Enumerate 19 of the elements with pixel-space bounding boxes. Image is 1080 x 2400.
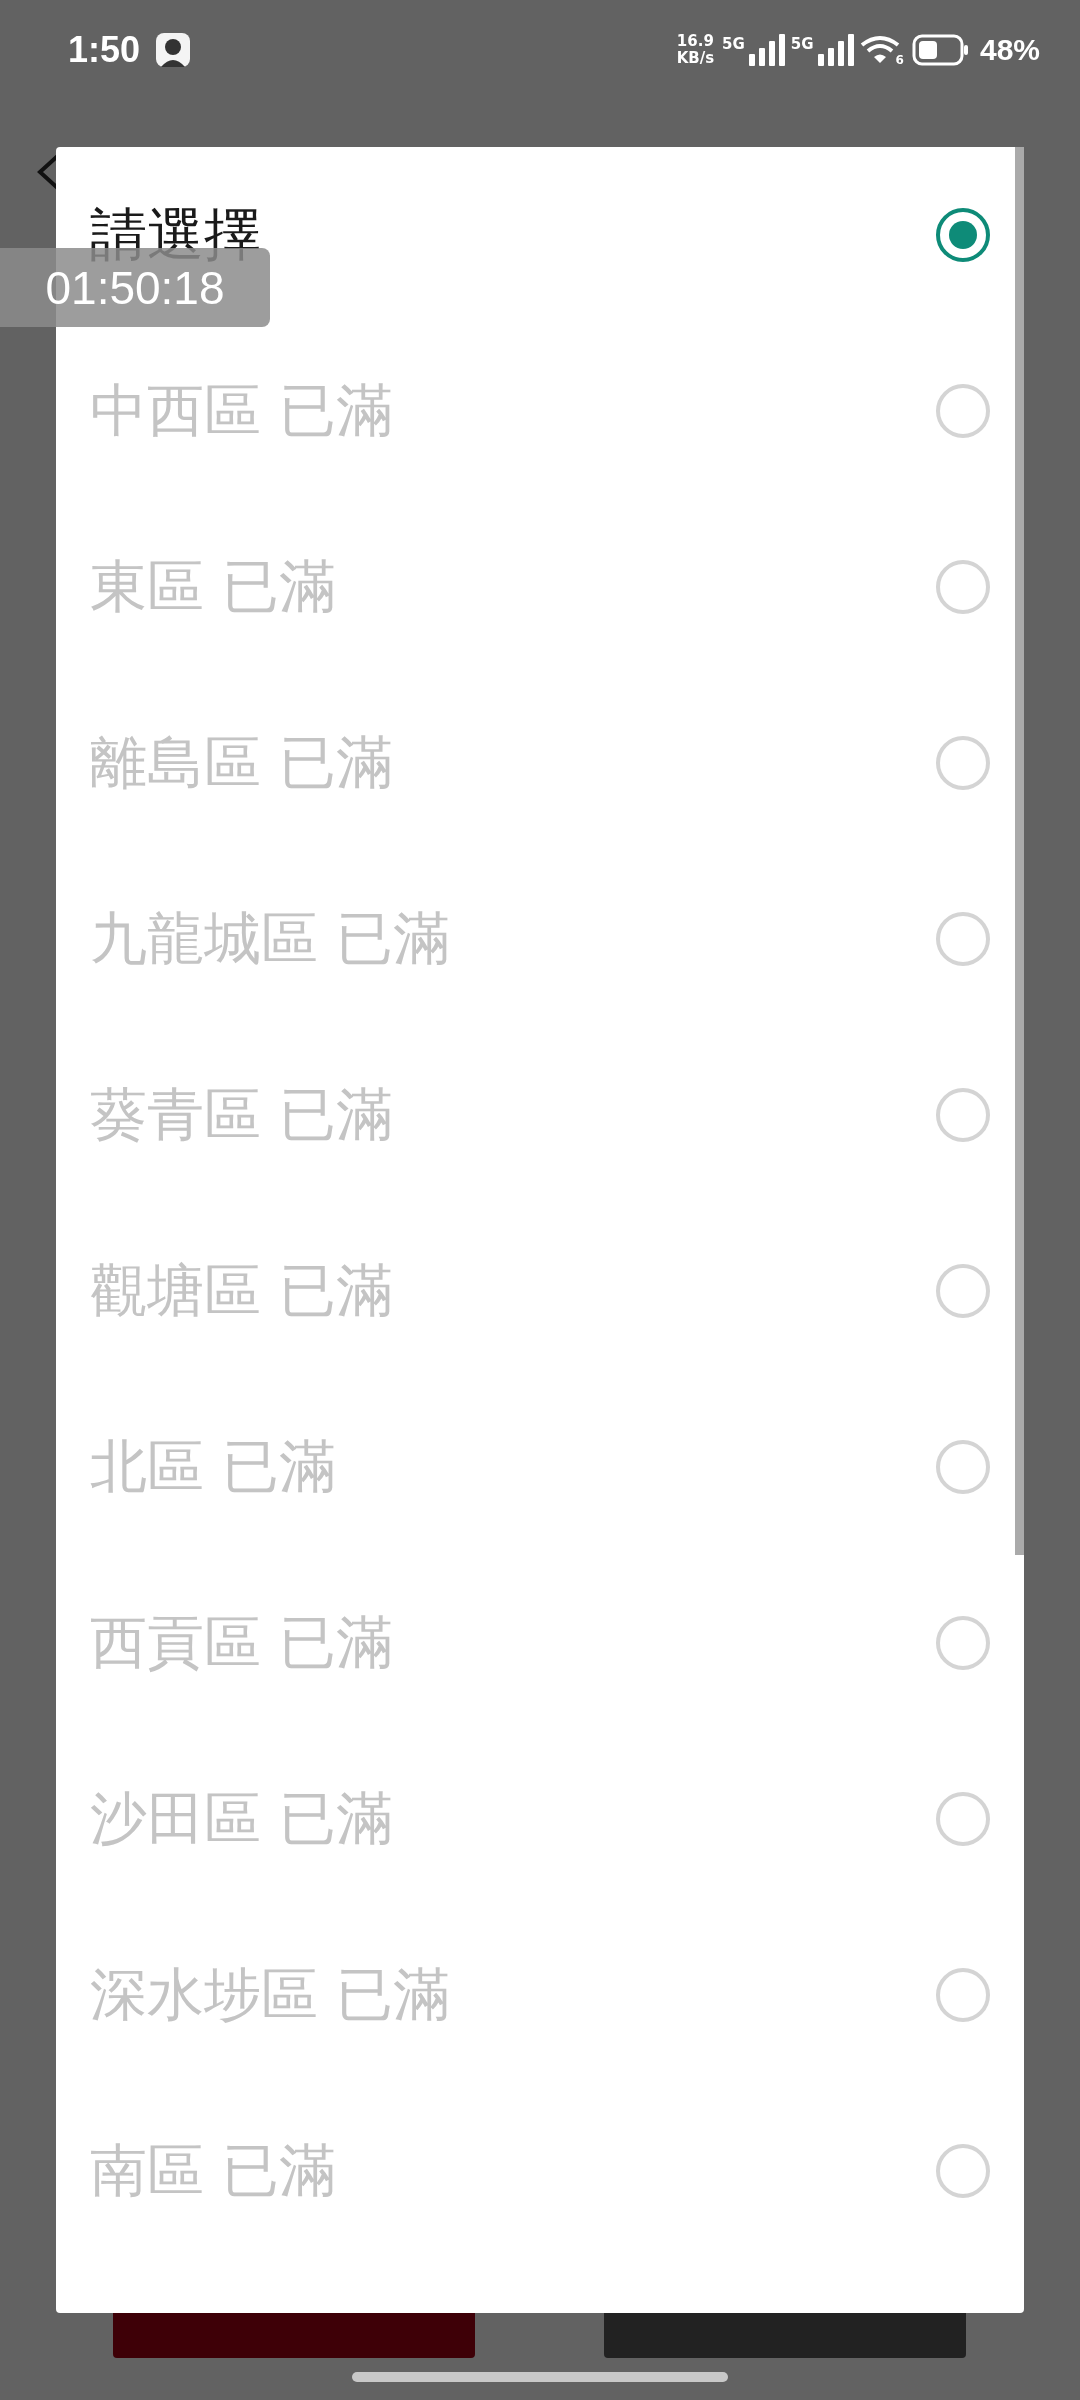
option-label: 深水埗區 已滿 — [90, 1959, 451, 2029]
option-label: 葵青區 已滿 — [90, 1079, 394, 1149]
network-type: 5G — [790, 35, 814, 53]
network-speed-unit: KB/s — [676, 50, 715, 67]
network-type: 5G — [722, 35, 745, 53]
option-label: 九龍城區 已滿 — [90, 903, 451, 973]
option-label: 觀塘區 已滿 — [90, 1255, 394, 1325]
option-label: 北區 已滿 — [90, 1431, 337, 1501]
status-time: 1:50 — [68, 29, 141, 71]
option-label: 南區 已滿 — [90, 2135, 337, 2205]
battery-percent: 48% — [979, 33, 1040, 67]
option-label: 東區 已滿 — [90, 551, 337, 621]
wifi-band-label: 6 — [895, 53, 904, 67]
option-label: 中西區 已滿 — [90, 375, 394, 445]
network-speed: 16.9 — [676, 33, 714, 50]
timer-overlay: 01:50:18 — [0, 248, 270, 327]
option-label: 離島區 已滿 — [90, 727, 394, 797]
option-label: 沙田區 已滿 — [90, 1783, 394, 1853]
option-label: 西貢區 已滿 — [90, 1607, 394, 1677]
